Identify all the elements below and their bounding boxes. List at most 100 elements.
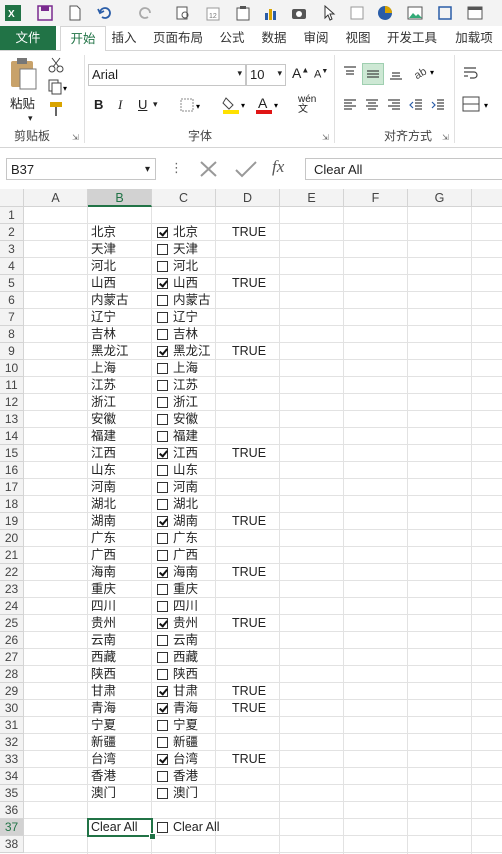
frame-icon[interactable]: [436, 4, 454, 22]
row-header[interactable]: 25: [0, 615, 24, 632]
checkbox-label[interactable]: 云南: [173, 632, 198, 649]
column-header-g[interactable]: G: [408, 189, 472, 207]
checkbox-label[interactable]: 青海: [173, 700, 198, 717]
row-header[interactable]: 26: [0, 632, 24, 649]
cell-province[interactable]: 福建: [91, 428, 116, 445]
name-box[interactable]: B37 ▾: [6, 158, 156, 180]
cell-province[interactable]: 宁夏: [91, 717, 116, 734]
tab-addins[interactable]: 加载项: [448, 26, 500, 50]
checkbox-label[interactable]: 江西: [173, 445, 198, 462]
align-right-icon[interactable]: [386, 97, 402, 116]
checkbox-label[interactable]: 上海: [173, 360, 198, 377]
checkbox-control[interactable]: [157, 686, 168, 697]
checkbox-control[interactable]: [157, 278, 168, 289]
checkbox-label[interactable]: 海南: [173, 564, 198, 581]
row-header[interactable]: 10: [0, 360, 24, 377]
clipboard-launcher-icon[interactable]: ⇲: [72, 133, 79, 142]
tab-developer[interactable]: 开发工具: [382, 26, 442, 50]
cell-province[interactable]: 河北: [91, 258, 116, 275]
row-header[interactable]: 22: [0, 564, 24, 581]
paste-icon[interactable]: [8, 57, 38, 94]
insert-function-icon[interactable]: fx: [272, 157, 284, 177]
underline-dropdown-icon[interactable]: ▾: [153, 99, 158, 110]
chart-icon[interactable]: [262, 4, 280, 22]
cursor-icon[interactable]: [320, 4, 338, 22]
checkbox-control[interactable]: [157, 788, 168, 799]
row-header[interactable]: 33: [0, 751, 24, 768]
row-header[interactable]: 19: [0, 513, 24, 530]
row-header[interactable]: 35: [0, 785, 24, 802]
font-name-select[interactable]: Arial ▾: [88, 64, 246, 86]
cell-province[interactable]: 浙江: [91, 394, 116, 411]
row-header[interactable]: 17: [0, 479, 24, 496]
cell-province[interactable]: 澳门: [91, 785, 116, 802]
format-painter-icon[interactable]: [48, 101, 64, 120]
row-header[interactable]: 32: [0, 734, 24, 751]
undo-icon[interactable]: [96, 4, 114, 22]
checkbox-control[interactable]: [157, 431, 168, 442]
checkbox-label[interactable]: 陕西: [173, 666, 198, 683]
checkbox-label[interactable]: 辽宁: [173, 309, 198, 326]
row-header[interactable]: 12: [0, 394, 24, 411]
cell-province[interactable]: 贵州: [91, 615, 116, 632]
checkbox-label[interactable]: 山东: [173, 462, 198, 479]
row-header[interactable]: 5: [0, 275, 24, 292]
cell-linked-value[interactable]: TRUE: [232, 683, 266, 700]
checkbox-control[interactable]: [157, 754, 168, 765]
checkbox-label[interactable]: 山西: [173, 275, 198, 292]
align-left-icon[interactable]: [342, 97, 358, 116]
row-header[interactable]: 7: [0, 309, 24, 326]
fill-color-icon[interactable]: ▾: [222, 95, 248, 118]
tab-file[interactable]: 文件: [0, 26, 56, 50]
cell-province[interactable]: 广东: [91, 530, 116, 547]
checkbox-label[interactable]: 江苏: [173, 377, 198, 394]
checkbox-control[interactable]: [157, 482, 168, 493]
checkbox-label[interactable]: 内蒙古: [173, 292, 211, 309]
row-header[interactable]: 16: [0, 462, 24, 479]
row-header[interactable]: 34: [0, 768, 24, 785]
increase-indent-icon[interactable]: [430, 97, 446, 116]
row-header[interactable]: 6: [0, 292, 24, 309]
cell-linked-value[interactable]: TRUE: [232, 751, 266, 768]
window-icon[interactable]: [466, 4, 484, 22]
checkbox-control[interactable]: [157, 465, 168, 476]
cut-icon[interactable]: [48, 57, 64, 76]
checkbox-control[interactable]: [157, 771, 168, 782]
cell-province[interactable]: 吉林: [91, 326, 116, 343]
bold-button[interactable]: B: [94, 97, 103, 112]
phonetic-guide-icon[interactable]: wén 文: [298, 95, 316, 115]
font-launcher-icon[interactable]: ⇲: [322, 133, 329, 142]
row-header[interactable]: 20: [0, 530, 24, 547]
row-header[interactable]: 1: [0, 207, 24, 224]
cell-province[interactable]: 云南: [91, 632, 116, 649]
row-header[interactable]: 13: [0, 411, 24, 428]
cell-province[interactable]: 山东: [91, 462, 116, 479]
row-header[interactable]: 23: [0, 581, 24, 598]
select-all-corner[interactable]: [0, 189, 24, 207]
align-center-icon[interactable]: [364, 97, 380, 116]
formula-bar-options-icon[interactable]: ⋮: [170, 160, 183, 176]
row-header[interactable]: 2: [0, 224, 24, 241]
checkbox-label[interactable]: 香港: [173, 768, 198, 785]
row-header[interactable]: 15: [0, 445, 24, 462]
checkbox-label[interactable]: 广西: [173, 547, 198, 564]
cell-province[interactable]: 西藏: [91, 649, 116, 666]
row-header[interactable]: 36: [0, 802, 24, 819]
cell-linked-value[interactable]: TRUE: [232, 513, 266, 530]
checkbox-control[interactable]: [157, 669, 168, 680]
italic-button[interactable]: I: [118, 97, 122, 113]
tab-page-layout[interactable]: 页面布局: [148, 26, 208, 50]
cell-linked-value[interactable]: TRUE: [232, 615, 266, 632]
checkbox-control[interactable]: [157, 261, 168, 272]
fill-handle[interactable]: [149, 833, 156, 840]
print-preview-icon[interactable]: [174, 4, 192, 22]
cell-linked-value[interactable]: TRUE: [232, 275, 266, 292]
cell-province[interactable]: 北京: [91, 224, 116, 241]
row-header[interactable]: 11: [0, 377, 24, 394]
orientation-icon[interactable]: ab ▾: [412, 63, 438, 84]
tab-home[interactable]: 开始: [60, 26, 106, 52]
paste-label[interactable]: 粘贴: [10, 93, 35, 112]
save-icon[interactable]: [36, 4, 54, 22]
checkbox-control[interactable]: [157, 652, 168, 663]
checkbox-control[interactable]: [157, 295, 168, 306]
